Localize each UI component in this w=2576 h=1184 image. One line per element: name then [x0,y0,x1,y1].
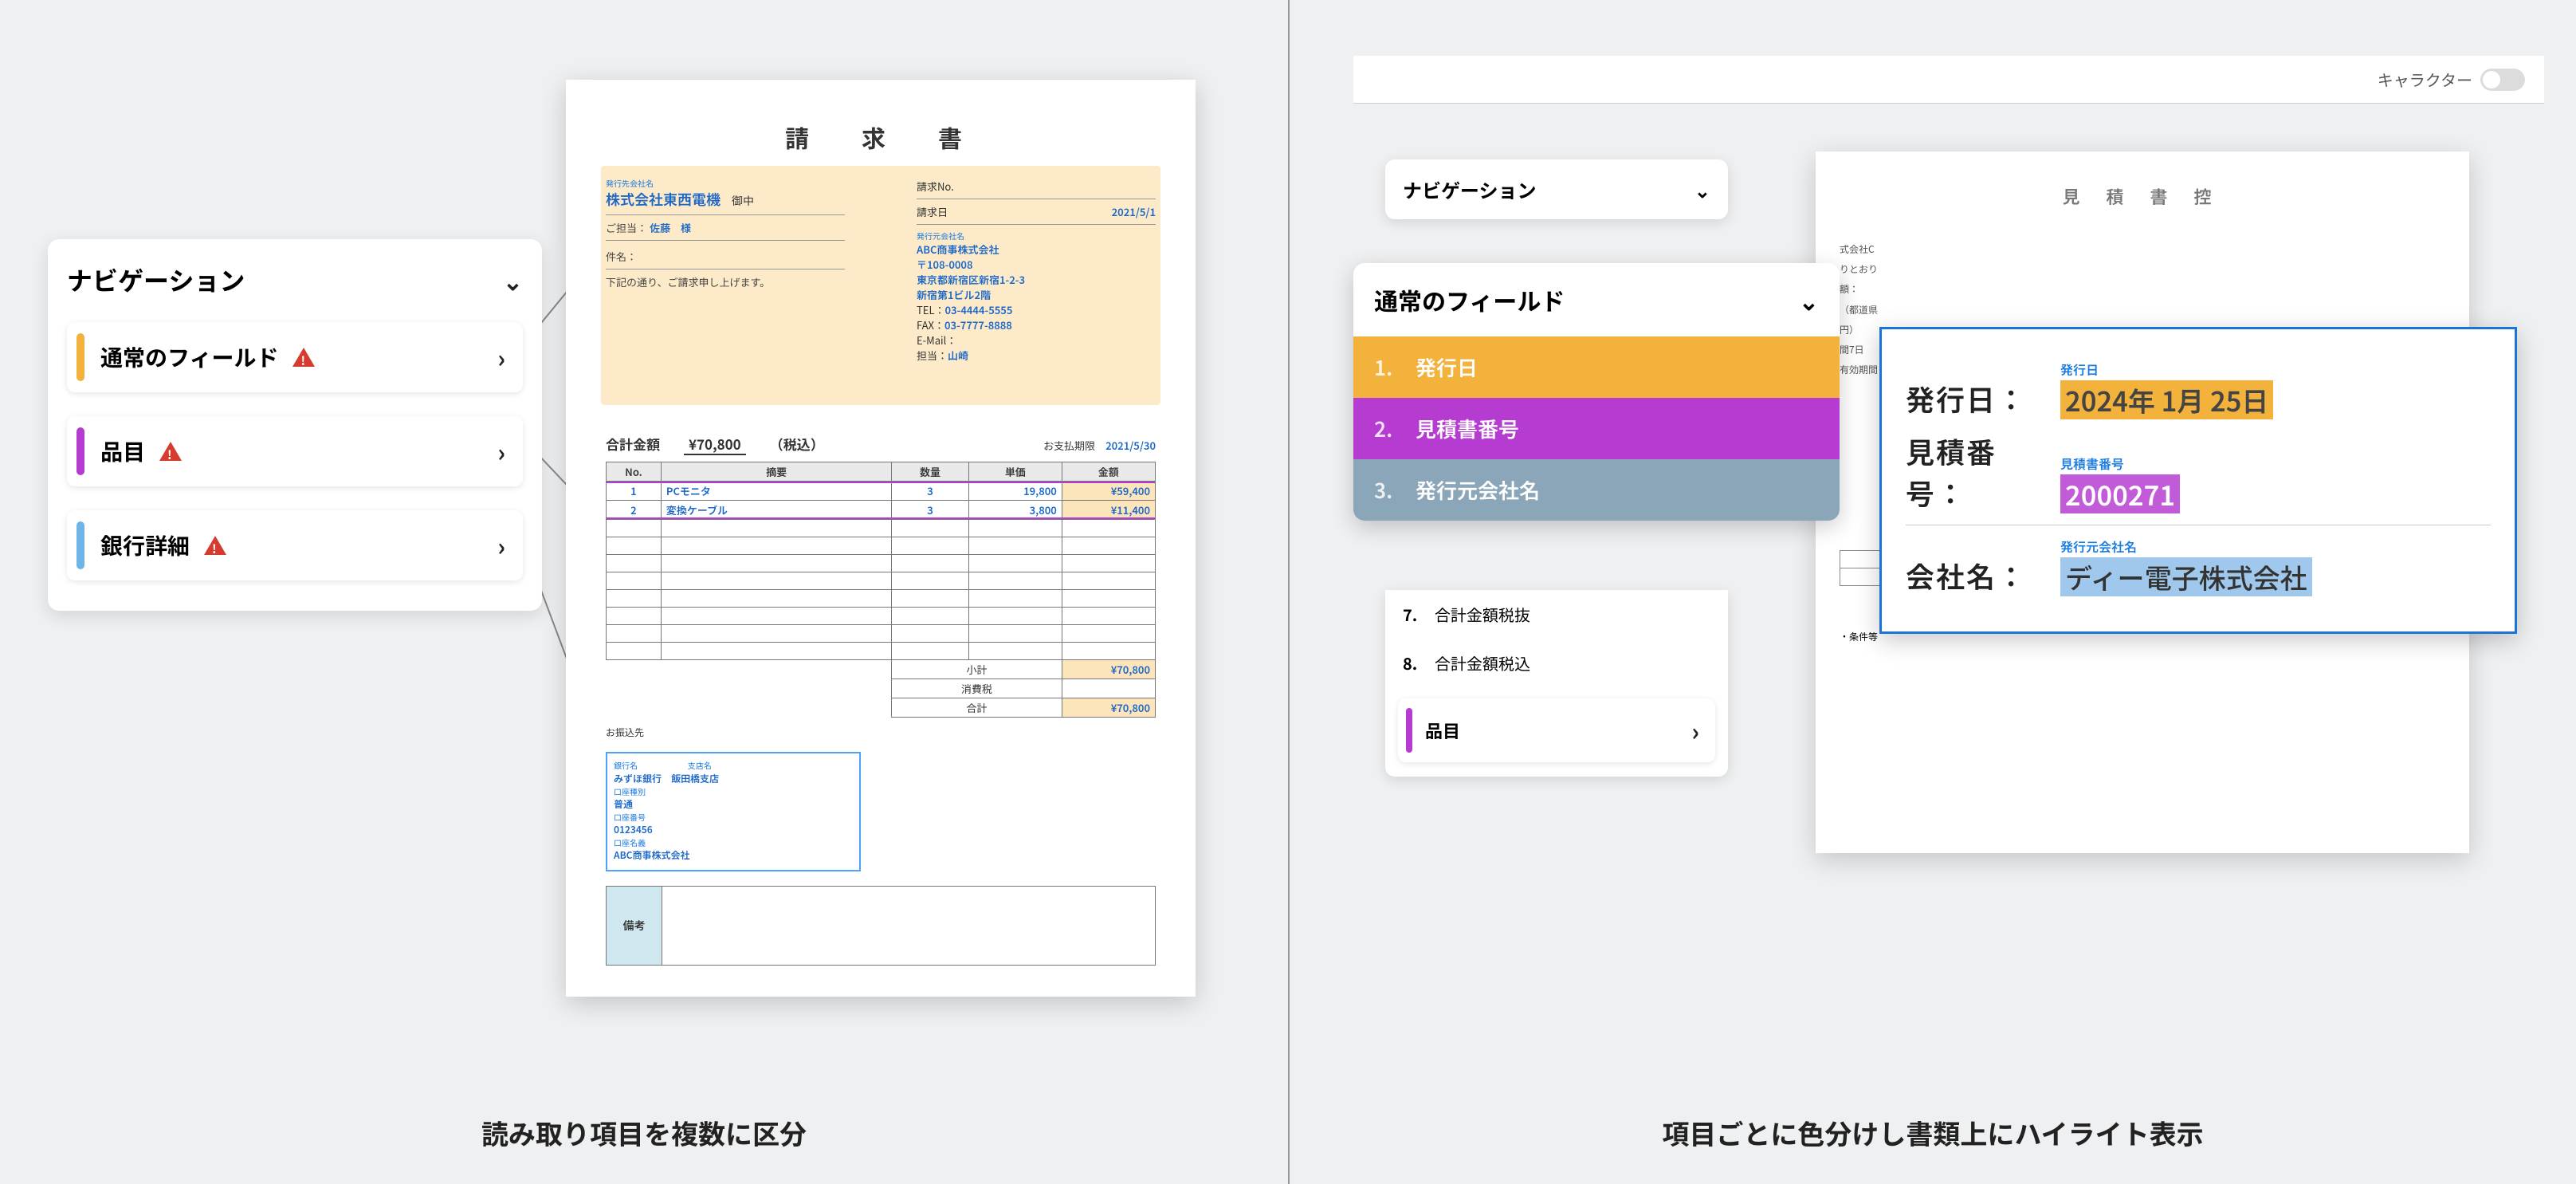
warning-icon [204,536,226,555]
color-bar-purple [1406,708,1412,753]
chevron-right-icon: › [497,340,505,375]
chevron-down-icon: ⌄ [1694,175,1710,203]
chevron-down-icon[interactable]: ⌄ [503,262,523,297]
items-table: No. 摘要 数量 単価 金額 1 PCモニタ 3 19,800 ¥59,400… [606,462,1156,718]
character-toggle[interactable] [2480,69,2525,91]
invoice-title: 請 求 書 [566,80,1196,155]
field-total[interactable]: 8.合計金額税込 [1385,639,1728,687]
color-bar-orange [77,333,84,381]
left-panel: ナビゲーション ⌄ 通常のフィールド › 品目 › 銀行詳細 › [0,0,1288,1184]
remark-box: 備考 [606,886,1156,966]
navigation-card: ナビゲーション ⌄ 通常のフィールド › 品目 › 銀行詳細 › [48,239,542,611]
highlight-quote-number: 2000271 [2060,474,2180,513]
quote-left-labels: 式会社C りとおり 額： （都道県 円） 間7日 有効期間 [1840,239,1878,380]
highlight-issuer: ディー電子株式会社 [2060,557,2312,596]
field-issuer[interactable]: 3. 発行元会社名 [1353,459,1840,521]
warning-icon [159,442,182,461]
nav-item-bank-details[interactable]: 銀行詳細 › [67,510,523,580]
field-quote-number[interactable]: 2. 見積書番号 [1353,398,1840,459]
highlight-issue-date: 2024年 1月 25日 [2060,380,2273,419]
color-bar-blue [77,521,84,569]
table-row: 2 変換ケーブル 3 3,800 ¥11,400 [607,501,1156,520]
chevron-down-icon[interactable]: ⌄ [1799,282,1819,317]
bank-details-box: 銀行名 支店名 みずほ銀行 飯田橋支店 口座種別 普通 口座番号 0123456… [606,752,861,871]
right-panel: キャラクター ナビゲーション ⌄ 見 積 書 控 式会社C りとおり 額： （都… [1288,0,2576,1184]
top-bar: キャラクター [1353,56,2544,104]
navigation-title: ナビゲーション ⌄ [67,262,523,298]
chevron-right-icon: › [1691,713,1699,748]
field-subtotal[interactable]: 7.合計金額税抜 [1385,590,1728,639]
nav-item-normal-fields[interactable]: 通常のフィールド › [67,322,523,392]
fields-tail: 7.合計金額税抜 8.合計金額税込 品目 › [1385,590,1728,777]
warning-icon [293,348,315,367]
chevron-right-icon: › [497,528,505,563]
field-issue-date[interactable]: 1. 発行日 [1353,336,1840,398]
highlight-callout: 発行日： 発行日 2024年 1月 25日 見積番号： 見積書番号 200027… [1879,327,2517,634]
right-caption: 項目ごとに色分けし書類上にハイライト表示 [1662,1113,2203,1152]
chevron-right-icon: › [497,434,505,469]
table-row: 1 PCモニタ 3 19,800 ¥59,400 [607,482,1156,501]
invoice-document: 請 求 書 発行先会社名 株式会社東西電機 御中 ご担当： 佐藤 様 件名： 下… [566,80,1196,997]
color-bar-purple [77,427,84,475]
nav-item-line-items[interactable]: 品目 › [67,416,523,486]
nav-item-line-items[interactable]: 品目 › [1398,698,1715,762]
navigation-mini[interactable]: ナビゲーション ⌄ [1385,159,1728,219]
left-caption: 読み取り項目を複数に区分 [481,1113,807,1152]
fields-card: 通常のフィールド ⌄ 1. 発行日 2. 見積書番号 3. 発行元会社名 [1353,263,1840,521]
